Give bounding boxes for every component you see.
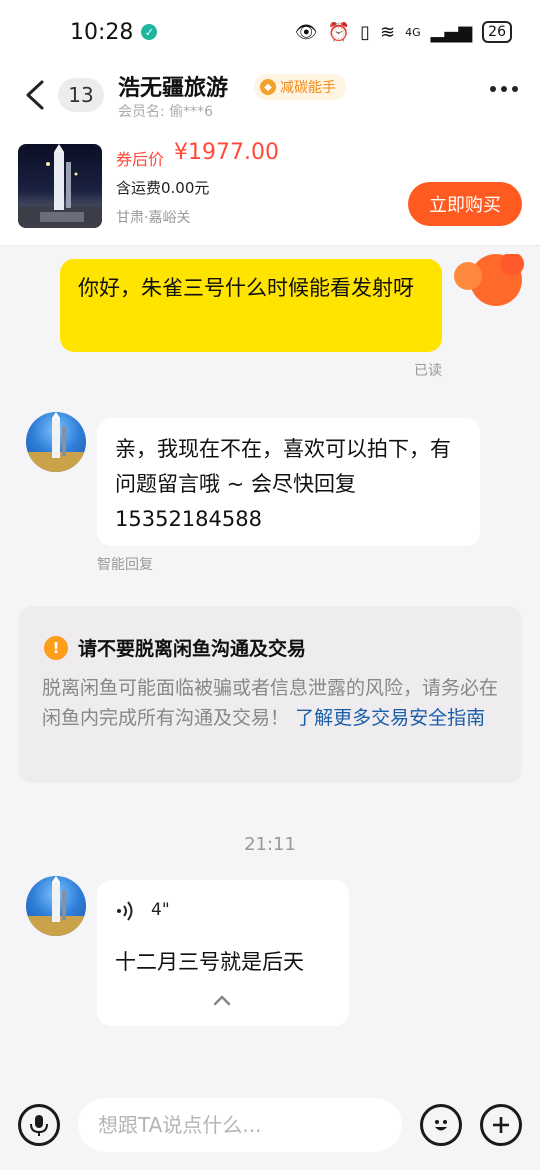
vibrate-icon: ▯ [360, 21, 371, 43]
tag-label: 减碳能手 [280, 80, 336, 96]
verified-check-icon: ✓ [141, 24, 158, 40]
back-icon[interactable] [22, 78, 50, 112]
microphone-icon[interactable] [18, 1104, 60, 1146]
status-time: 10:28 [70, 19, 134, 45]
chat-header: 13 浩无疆旅游 ◆ 减碳能手 会员名: 偷***6 [0, 64, 540, 126]
status-icons: 👁 ⏰ ▯ ≋ 4G ▂▄▆ 26 [295, 21, 512, 43]
eco-tag-badge[interactable]: ◆ 减碳能手 [254, 74, 346, 100]
safety-notice: ! 请不要脱离闲鱼沟通及交易 脱离闲鱼可能面临被骗或者信息泄露的风险，请务必在闲… [18, 606, 522, 783]
alarm-icon: ⏰ [327, 21, 351, 43]
time-divider: 21:11 [244, 834, 296, 855]
seller-reply-bubble[interactable]: 亲，我现在不在，喜欢可以拍下，有问题留言哦 ~ 会尽快回复15352184588 [97, 418, 480, 546]
product-thumbnail[interactable] [18, 144, 102, 228]
safety-title: ! 请不要脱离闲鱼沟通及交易 [44, 634, 306, 661]
chevron-up-icon[interactable] [213, 994, 231, 1006]
eye-icon: 👁 [294, 21, 318, 43]
warning-icon: ! [44, 635, 68, 660]
read-status: 已读 [414, 363, 442, 379]
voice-wave-icon[interactable] [115, 900, 137, 922]
product-location: 甘肃·嘉峪关 [116, 210, 191, 226]
signal-icon: ▂▄▆ [430, 21, 473, 43]
shop-name[interactable]: 浩无疆旅游 [118, 70, 228, 102]
leaf-icon: ◆ [260, 79, 276, 95]
emoji-icon[interactable] [420, 1104, 462, 1146]
product-price: ¥1977.00 [174, 140, 279, 165]
product-card[interactable]: 券后价 ¥1977.00 含运费0.00元 甘肃·嘉峪关 立即购买 [0, 126, 540, 246]
status-bar: 10:28 ✓ 👁 ⏰ ▯ ≋ 4G ▂▄▆ 26 [0, 0, 540, 64]
seller-avatar[interactable] [26, 876, 86, 936]
voice-message-bubble[interactable]: 4" 十二月三号就是后天 [97, 880, 349, 1026]
network-label: 4G [405, 25, 421, 39]
battery-indicator: 26 [482, 21, 512, 43]
member-name: 会员名: 偷***6 [118, 104, 214, 120]
safety-text: 脱离闲鱼可能面临被骗或者信息泄露的风险，请务必在闲鱼内完成所有沟通及交易！ 了解… [42, 673, 502, 733]
seller-avatar[interactable] [26, 412, 86, 472]
voice-duration: 4" [151, 900, 170, 920]
input-bar [0, 1088, 540, 1170]
plus-icon[interactable] [480, 1104, 522, 1146]
price-label: 券后价 [116, 150, 165, 169]
voice-transcript: 十二月三号就是后天 [115, 950, 304, 974]
safety-title-text: 请不要脱离闲鱼沟通及交易 [78, 638, 307, 660]
wifi-icon: ≋ [380, 21, 396, 43]
safety-guide-link[interactable]: 了解更多交易安全指南 [295, 707, 485, 729]
smart-reply-label: 智能回复 [97, 557, 153, 573]
unread-count-badge[interactable]: 13 [58, 78, 104, 112]
shipping-info: 含运费0.00元 [116, 179, 210, 197]
my-message-bubble[interactable]: 你好，朱雀三号什么时候能看发射呀 [60, 259, 442, 352]
message-input[interactable] [78, 1098, 402, 1152]
my-avatar[interactable] [454, 254, 526, 312]
more-options-icon[interactable] [490, 86, 518, 92]
buy-now-button[interactable]: 立即购买 [408, 182, 522, 226]
